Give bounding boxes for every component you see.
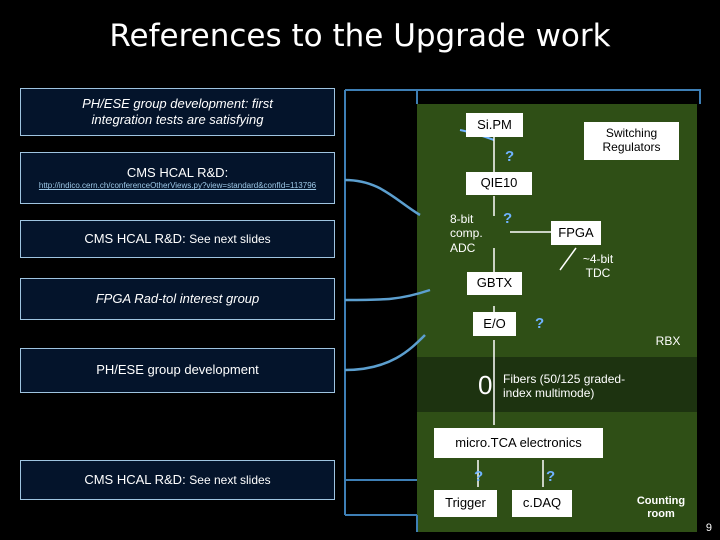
reference-4-text: FPGA Rad-tol interest group (95, 290, 260, 306)
node-gbtx[interactable]: GBTX (467, 272, 522, 295)
reference-6-text: CMS HCAL R&D: See next slides (84, 472, 270, 488)
question-mark-2: ? (503, 210, 513, 227)
reference-1-line1: PH/ESE group development: first (82, 95, 273, 111)
reference-box-5[interactable]: PH/ESE group development (20, 348, 335, 393)
reference-box-6[interactable]: CMS HCAL R&D: See next slides (20, 460, 335, 500)
reference-6-line2: See next slides (189, 472, 271, 487)
reference-1-line2: integration tests are satisfying (91, 112, 264, 127)
question-mark-1: ? (505, 148, 515, 165)
slide-canvas: References to the Upgrade work PH/ESE gr… (0, 0, 720, 540)
reference-6-line1: CMS HCAL R&D: (84, 471, 190, 487)
reference-box-2[interactable]: CMS HCAL R&D: http://indico.cern.ch/conf… (20, 152, 335, 204)
label-zero: 0 (478, 370, 493, 400)
node-qie10[interactable]: QIE10 (466, 172, 532, 195)
node-cdaq[interactable]: c.DAQ (512, 490, 572, 517)
label-counting-room: Counting room (636, 495, 686, 521)
reference-3-text: CMS HCAL R&D: See next slides (84, 231, 270, 247)
reference-5-text: PH/ESE group development (96, 362, 259, 378)
node-fpga[interactable]: FPGA (551, 221, 601, 245)
reference-3-line1: CMS HCAL R&D: (84, 230, 190, 246)
node-trigger[interactable]: Trigger (434, 490, 497, 517)
page-title: References to the Upgrade work (109, 18, 611, 54)
node-eio[interactable]: E/O (473, 312, 516, 336)
reference-3-line2: See next slides (189, 231, 271, 246)
label-8bit-comp-adc: 8-bit comp. ADC (450, 212, 483, 255)
question-mark-4: ? (474, 468, 484, 485)
page-number: 9 (705, 522, 712, 534)
reference-box-3[interactable]: CMS HCAL R&D: See next slides (20, 220, 335, 258)
reference-box-1[interactable]: PH/ESE group development: first integrat… (20, 88, 335, 136)
reference-2-url[interactable]: http://indico.cern.ch/conferenceOtherVie… (33, 181, 322, 191)
reference-box-4[interactable]: FPGA Rad-tol interest group (20, 278, 335, 320)
node-switching-regulators[interactable]: Switching Regulators (584, 122, 679, 160)
question-mark-5: ? (546, 468, 556, 485)
label-fibers: Fibers (50/125 graded- index multimode) (503, 372, 626, 401)
label-rbx: RBX (655, 334, 681, 348)
node-microtca[interactable]: micro.TCA electronics (434, 428, 603, 458)
node-sipm[interactable]: Si.PM (466, 113, 523, 137)
reference-2-title: CMS HCAL R&D: (126, 165, 229, 181)
question-mark-3: ? (535, 315, 545, 332)
label-tdc: ~4-bit TDC (582, 252, 614, 281)
